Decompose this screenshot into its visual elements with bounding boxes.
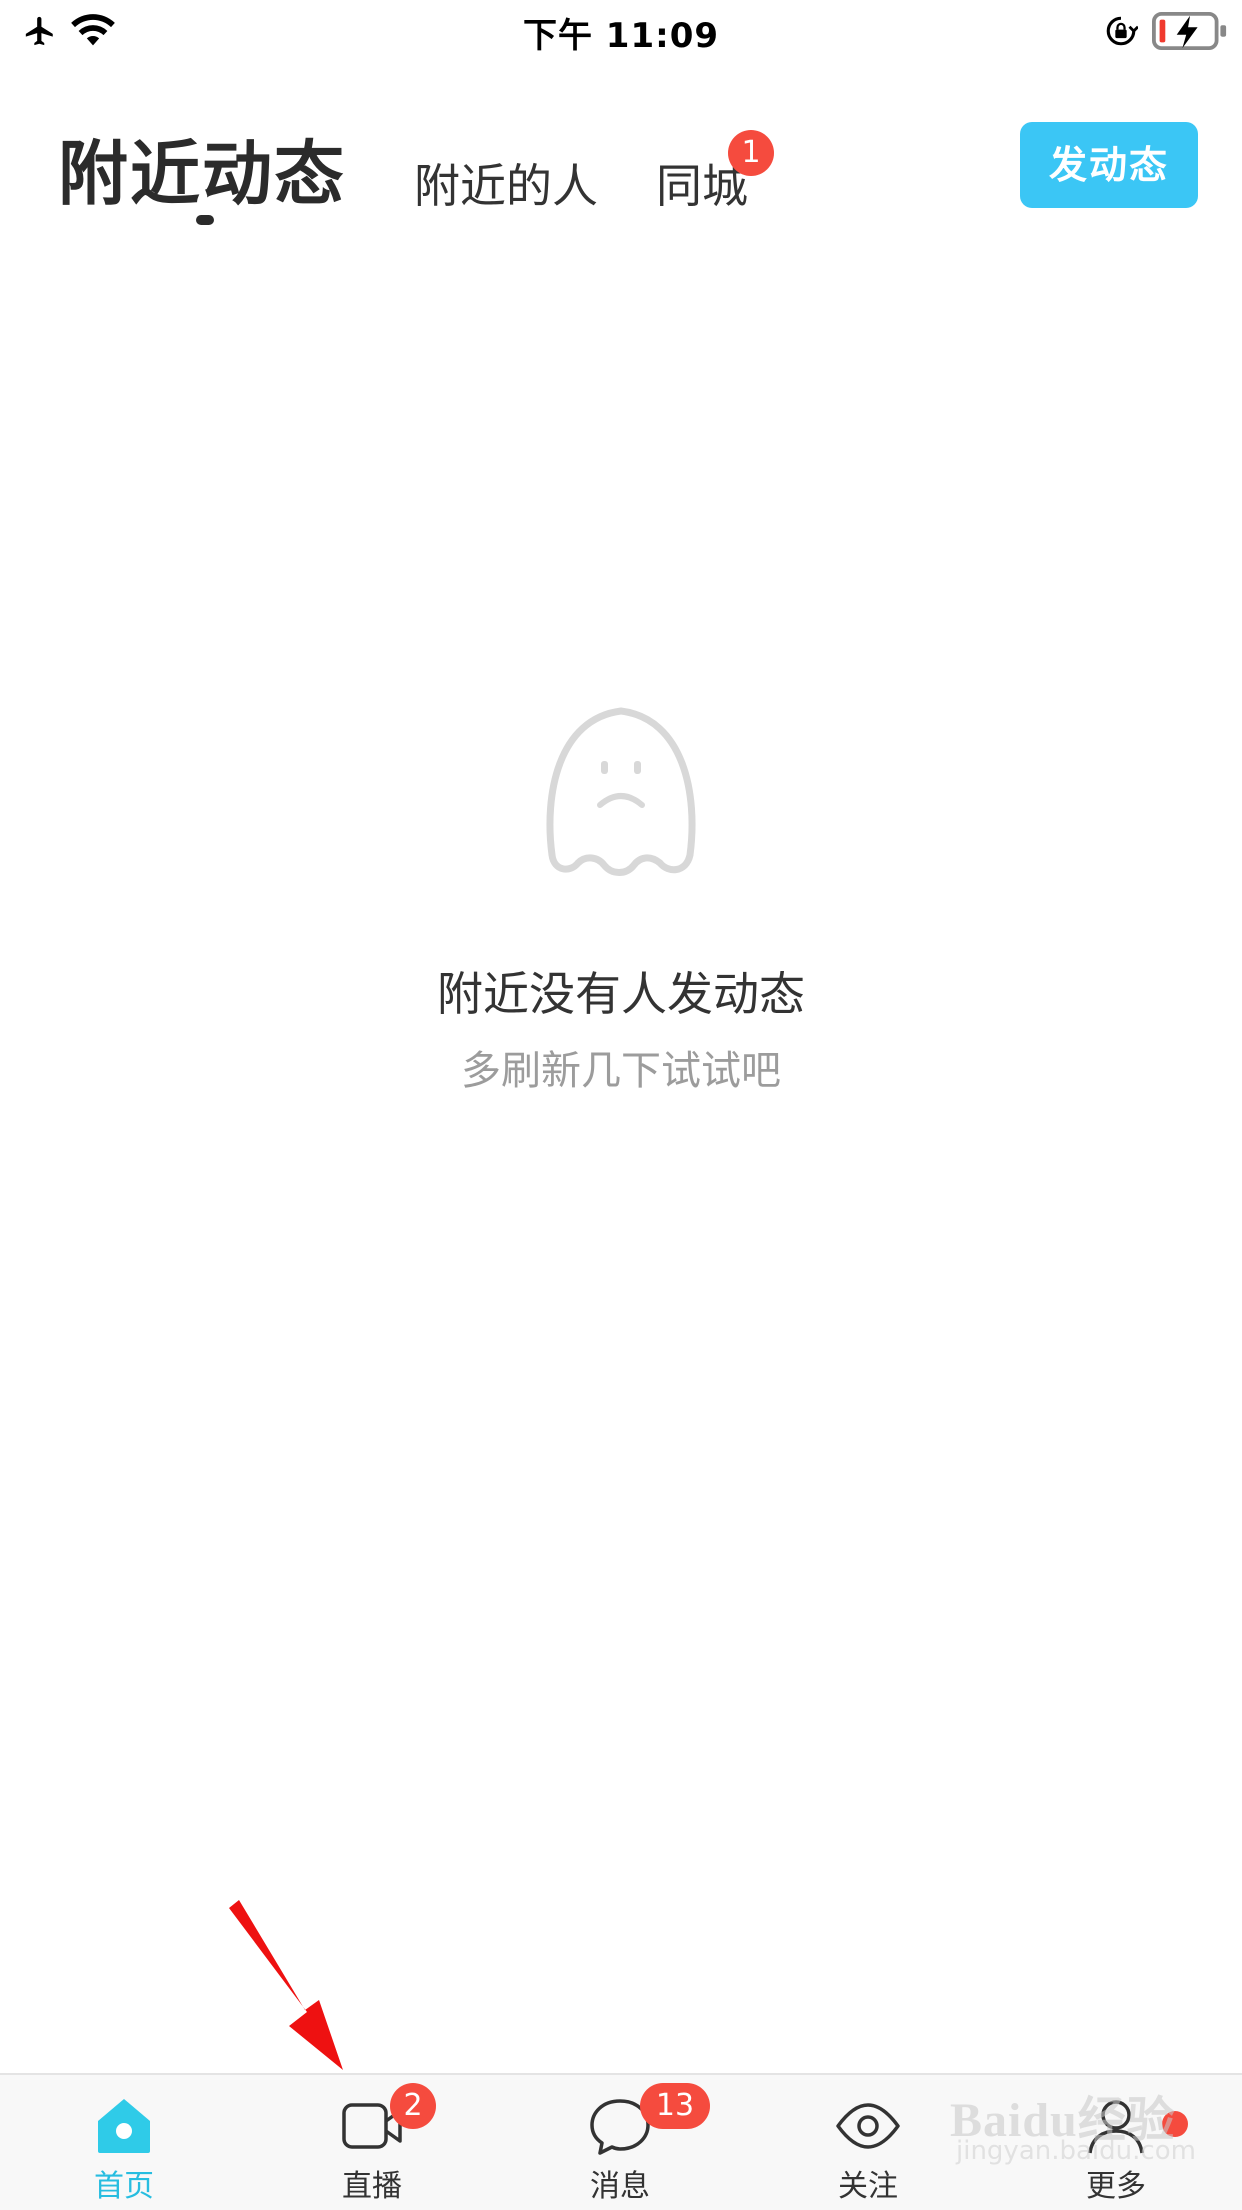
watermark-url: jingyan.baidu.com — [956, 2136, 1196, 2166]
live-badge: 2 — [390, 2083, 436, 2129]
empty-state-title: 附近没有人发动态 — [437, 967, 805, 1021]
battery-charging-icon — [1152, 12, 1227, 50]
status-time: 下午 11:09 — [522, 16, 720, 56]
status-bar: 下午 11:09 — [0, 0, 1242, 64]
active-tab-indicator — [196, 215, 214, 225]
nav-item-live[interactable]: 2 直播 — [248, 2075, 496, 2210]
tab-nearby-people[interactable]: 附近的人 — [414, 150, 598, 216]
rotation-lock-icon — [1106, 16, 1138, 46]
nav-item-home[interactable]: 首页 — [0, 2075, 248, 2210]
messages-badge: 13 — [640, 2083, 710, 2129]
nav-item-messages[interactable]: 13 消息 — [496, 2075, 744, 2210]
sad-ghost-icon — [546, 707, 696, 876]
tab-nearby-posts[interactable]: 附近动态 — [58, 118, 346, 219]
eye-icon — [836, 2103, 900, 2149]
annotation-arrow — [229, 1900, 343, 2070]
home-icon — [98, 2099, 150, 2153]
nav-label-live: 直播 — [342, 2169, 402, 2204]
same-city-badge: 1 — [728, 130, 774, 176]
nav-label-messages: 消息 — [590, 2169, 650, 2204]
empty-state-subtitle: 多刷新几下试试吧 — [461, 1048, 781, 1094]
baidu-watermark: Baidu经验 jingyan.baidu.com — [950, 2080, 1200, 2180]
post-button[interactable]: 发动态 — [1020, 122, 1198, 208]
nav-label-home: 首页 — [94, 2169, 154, 2204]
